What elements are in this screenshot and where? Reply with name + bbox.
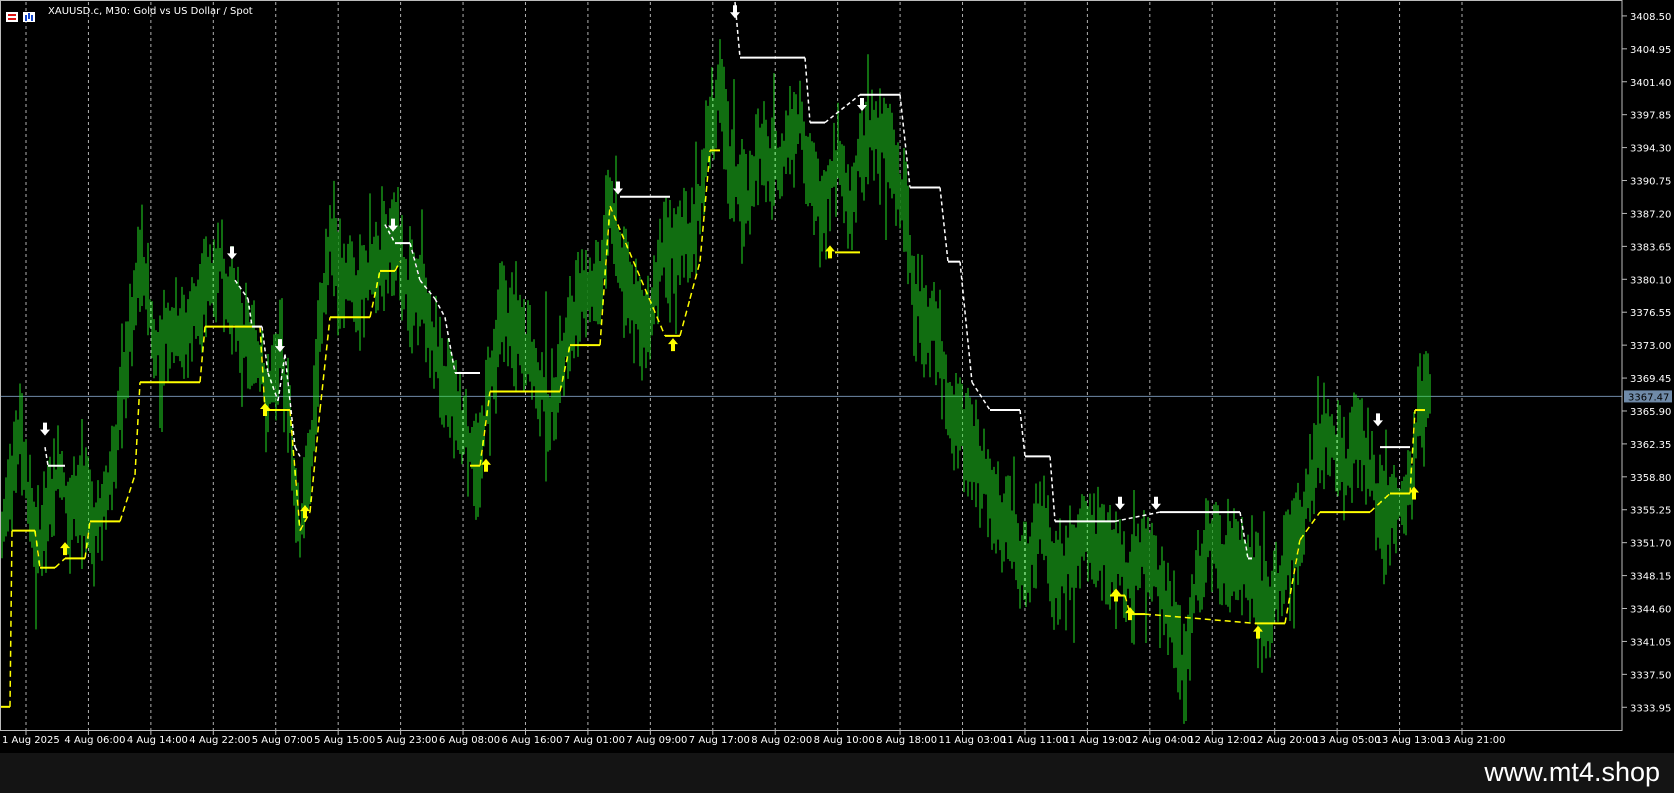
time-label: 5 Aug 07:00: [252, 735, 313, 746]
resistance-trail-line: [939, 187, 949, 262]
price-axis: 3408.50 3404.95 3401.40 3397.85 3394.30 3390.…: [0, 0, 1672, 731]
price-label: 3344.60: [1630, 605, 1671, 616]
time-label: 5 Aug 23:00: [377, 735, 438, 746]
support-trail-line: [679, 298, 691, 337]
time-label: 11 Aug 19:00: [1063, 735, 1130, 746]
price-label: 3383.65: [1630, 242, 1671, 253]
price-label: 3355.25: [1630, 506, 1671, 517]
price-label: 3397.85: [1630, 111, 1671, 122]
support-trail-line: [54, 557, 66, 569]
sell-arrow-icon: [1373, 413, 1383, 427]
price-label: 3401.40: [1630, 78, 1671, 89]
price-label: 3333.95: [1630, 703, 1671, 714]
buy-arrow-icon: [668, 338, 678, 352]
time-label: 7 Aug 17:00: [689, 735, 750, 746]
time-label: 5 Aug 15:00: [314, 735, 375, 746]
time-label: 12 Aug 12:00: [1188, 735, 1255, 746]
price-label: 3341.05: [1630, 637, 1671, 648]
time-label: 4 Aug 14:00: [127, 735, 188, 746]
support-trail-line: [1144, 613, 1256, 625]
support-trail-line: [9, 530, 13, 707]
time-label: 4 Aug 22:00: [189, 735, 250, 746]
time-label: 11 Aug 03:00: [939, 735, 1006, 746]
symbol-name: XAUUSD.c, M30:: [48, 6, 131, 17]
time-label: 1 Aug 2025: [2, 735, 60, 746]
price-label: 3337.50: [1630, 670, 1671, 681]
candle-series: [1, 39, 1431, 724]
time-axis: 1 Aug 2025 4 Aug 06:00 4 Aug 14:00 4 Aug 22…: [2, 730, 1505, 746]
time-label: 7 Aug 09:00: [626, 735, 687, 746]
resistance-trail-line: [294, 446, 301, 457]
price-label: 3358.80: [1630, 473, 1671, 484]
price-label: 3365.90: [1630, 407, 1671, 418]
sell-arrow-icon: [40, 422, 50, 436]
price-label: 3348.15: [1630, 572, 1671, 583]
sell-arrow-icon: [1151, 496, 1161, 510]
resistance-trail-line: [1049, 456, 1056, 522]
resistance-trail-line: [899, 94, 911, 188]
price-label: 3373.00: [1630, 341, 1671, 352]
time-label: 6 Aug 08:00: [439, 735, 500, 746]
watermark: www.mt4.shop: [1484, 757, 1660, 787]
time-label: 6 Aug 16:00: [501, 735, 562, 746]
support-trail-line: [119, 474, 136, 522]
resistance-trail-line: [1019, 409, 1026, 457]
chart-header-icons: [6, 7, 40, 26]
time-label: 13 Aug 21:00: [1438, 735, 1505, 746]
resistance-trail-line: [804, 57, 811, 123]
price-label: 3394.30: [1630, 144, 1671, 155]
resistance-trail-line: [1114, 511, 1161, 523]
time-label: 12 Aug 20:00: [1251, 735, 1318, 746]
resistance-trail-line: [44, 447, 49, 466]
symbol-description: Gold vs US Dollar / Spot: [133, 6, 253, 17]
price-label: 3390.75: [1630, 177, 1671, 188]
resistance-trail-line: [824, 94, 861, 124]
sell-arrow-icon: [730, 5, 740, 19]
price-label: 3408.50: [1630, 12, 1671, 23]
sell-arrow-icon: [613, 181, 623, 195]
current-price-label: 3367.47: [1628, 392, 1669, 403]
time-label: 13 Aug 05:00: [1313, 735, 1380, 746]
time-label: 8 Aug 18:00: [876, 735, 937, 746]
chart-frame: [0, 0, 1623, 731]
resistance-trail-line: [959, 261, 973, 383]
symbol-title: XAUUSD.c, M30: Gold vs US Dollar / Spot: [48, 6, 253, 17]
resistance-trail-line: [261, 326, 269, 374]
time-label: 12 Aug 04:00: [1126, 735, 1193, 746]
price-label: 3380.10: [1630, 275, 1671, 286]
footer-bar: [0, 753, 1674, 793]
flag-icon[interactable]: [6, 12, 18, 22]
bars-icon[interactable]: [23, 12, 35, 22]
time-label: 13 Aug 13:00: [1376, 735, 1443, 746]
time-label: 8 Aug 02:00: [751, 735, 812, 746]
sell-arrow-icon: [1115, 496, 1125, 510]
time-label: 4 Aug 06:00: [64, 735, 125, 746]
time-label: 7 Aug 01:00: [564, 735, 625, 746]
chart-grid: [0, 2, 1622, 730]
price-label: 3362.35: [1630, 440, 1671, 451]
time-label: 8 Aug 10:00: [814, 735, 875, 746]
price-label: 3404.95: [1630, 45, 1671, 56]
price-chart[interactable]: 3408.50 3404.95 3401.40 3397.85 3394.30 3390.…: [0, 0, 1674, 753]
price-label: 3369.45: [1630, 374, 1671, 385]
price-label: 3387.20: [1630, 209, 1671, 220]
price-label: 3376.55: [1630, 308, 1671, 319]
sell-arrow-icon: [227, 246, 237, 260]
time-label: 11 Aug 11:00: [1001, 735, 1068, 746]
price-label: 3351.70: [1630, 539, 1671, 550]
